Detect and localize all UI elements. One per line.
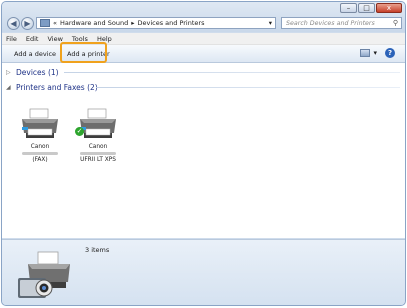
help-icon[interactable]: ? bbox=[385, 48, 395, 58]
address-bar[interactable]: « Hardware and Sound ▸ Devices and Print… bbox=[36, 17, 276, 29]
window-controls: – □ x bbox=[339, 3, 402, 13]
devices-and-printers-icon bbox=[18, 251, 70, 298]
printer-item-ufrii[interactable]: ✓ Canon UFRII LT XPS bbox=[68, 107, 128, 163]
menu-view[interactable]: View bbox=[47, 35, 62, 43]
printer-brand: Canon bbox=[30, 144, 50, 150]
address-dropdown-icon[interactable]: ▾ bbox=[269, 19, 272, 27]
arrow-left-icon: ◀ bbox=[10, 19, 17, 28]
redacted-model bbox=[22, 152, 58, 155]
chevron-right-icon: ▷ bbox=[6, 68, 11, 76]
devices-and-printers-window: – □ x ◀ ▶ « Hardware and Sound ▸ Devices… bbox=[1, 1, 406, 306]
menu-edit[interactable]: Edit bbox=[26, 35, 39, 43]
breadcrumb-overflow[interactable]: « bbox=[53, 19, 57, 27]
items-view: ▷ Devices (1) ◢ Printers and Faxes (2) C… bbox=[2, 63, 405, 238]
printer-icon bbox=[80, 108, 116, 138]
group-devices[interactable]: ▷ Devices (1) bbox=[6, 66, 59, 78]
view-dropdown-icon[interactable]: ▾ bbox=[373, 49, 377, 57]
default-printer-check-icon: ✓ bbox=[75, 127, 84, 136]
details-pane: 3 items bbox=[2, 239, 405, 305]
folder-icon bbox=[40, 19, 50, 27]
printer-name: UFRII LT XPS bbox=[80, 157, 116, 163]
group-printers[interactable]: ◢ Printers and Faxes (2) bbox=[6, 81, 98, 93]
group-divider bbox=[64, 72, 400, 73]
redacted-model bbox=[80, 152, 116, 155]
view-options: ▾ ? bbox=[360, 48, 395, 58]
printer-brand: Canon bbox=[88, 144, 108, 150]
search-icon: ⚲ bbox=[392, 19, 398, 27]
group-devices-label: Devices (1) bbox=[16, 67, 59, 77]
back-button[interactable]: ◀ bbox=[7, 17, 20, 30]
breadcrumb-devices-and-printers[interactable]: Devices and Printers bbox=[137, 19, 204, 27]
printer-item-fax[interactable]: Canon (FAX) bbox=[10, 107, 70, 163]
forward-button[interactable]: ▶ bbox=[21, 17, 34, 30]
printer-icon bbox=[22, 108, 58, 138]
change-view-icon[interactable] bbox=[360, 49, 371, 57]
minimize-button[interactable]: – bbox=[340, 3, 357, 13]
maximize-button[interactable]: □ bbox=[358, 3, 375, 13]
printer-name: (FAX) bbox=[32, 157, 48, 163]
menu-file[interactable]: File bbox=[6, 35, 17, 43]
search-placeholder: Search Devices and Printers bbox=[286, 19, 375, 27]
search-input[interactable]: Search Devices and Printers ⚲ bbox=[281, 17, 402, 29]
arrow-right-icon: ▶ bbox=[24, 19, 31, 28]
breadcrumb-separator[interactable]: ▸ bbox=[131, 19, 134, 27]
add-printer-highlight bbox=[60, 42, 107, 63]
title-bar: – □ x ◀ ▶ « Hardware and Sound ▸ Devices… bbox=[2, 2, 405, 32]
close-button[interactable]: x bbox=[376, 3, 402, 13]
breadcrumb-hardware-and-sound[interactable]: Hardware and Sound bbox=[60, 19, 128, 27]
add-device-button[interactable]: Add a device bbox=[9, 47, 61, 60]
group-printers-label: Printers and Faxes (2) bbox=[16, 82, 98, 92]
chevron-down-icon: ◢ bbox=[6, 83, 11, 91]
group-divider bbox=[96, 87, 400, 88]
item-count: 3 items bbox=[85, 246, 110, 254]
